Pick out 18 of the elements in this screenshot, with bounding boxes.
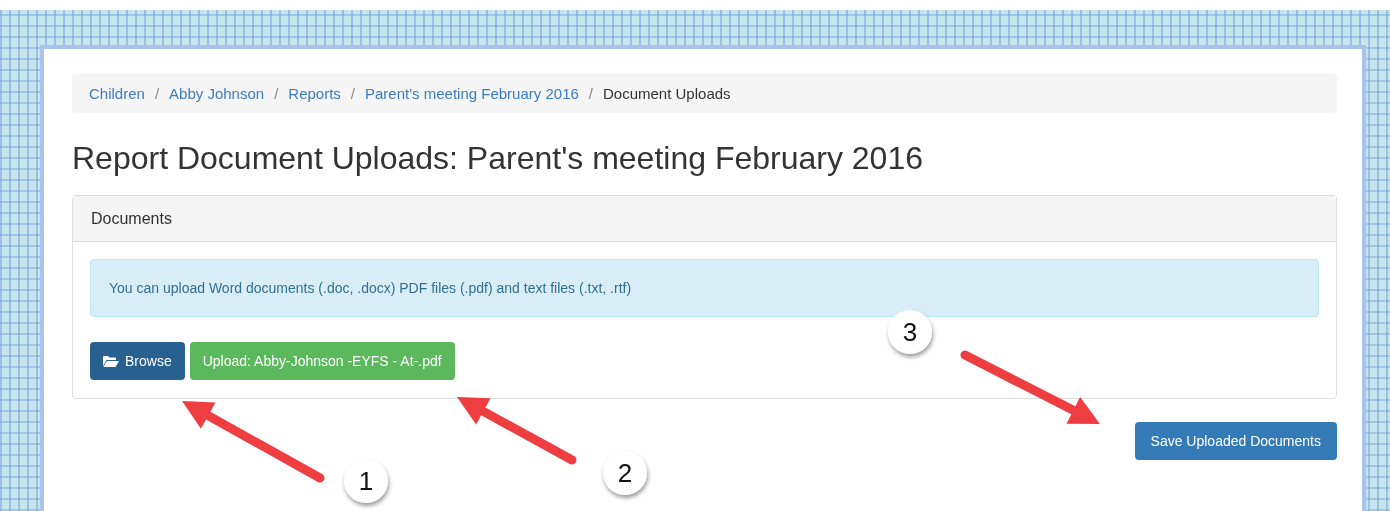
step-number: 2 bbox=[603, 451, 647, 495]
current-page-title: Document Uploads bbox=[603, 85, 731, 102]
breadcrumb-separator: / bbox=[588, 85, 593, 102]
save-button[interactable]: Save Uploaded Documents bbox=[1134, 422, 1337, 460]
info-alert: You can upload Word documents (.doc, .docx) PDF files (.pdf) and text files (.txt, .rtf) bbox=[90, 259, 1319, 317]
breadcrumb-separator: / bbox=[274, 85, 279, 102]
breadcrumb-link[interactable]: Reports bbox=[288, 85, 341, 102]
breadcrumb-link[interactable]: Abby Johnson bbox=[169, 85, 265, 102]
folder-icon bbox=[103, 354, 119, 368]
upload-button[interactable]: Upload: Abby-Johnson -EYFS - At-.pdf bbox=[189, 342, 455, 380]
panel-heading: Documents bbox=[73, 196, 1336, 242]
breadcrumb-separator: / bbox=[350, 85, 355, 102]
breadcrumb-separator: / bbox=[154, 85, 160, 102]
page-title: Report Document Uploads: Parent's meeting February 2016 bbox=[72, 139, 924, 177]
browse-button[interactable]: Browse bbox=[90, 342, 185, 380]
breadcrumb-link[interactable]: Parent's meeting February 2016 bbox=[365, 85, 579, 102]
step-number: 1 bbox=[344, 459, 388, 503]
breadcrumb-link[interactable]: Children bbox=[89, 85, 145, 102]
